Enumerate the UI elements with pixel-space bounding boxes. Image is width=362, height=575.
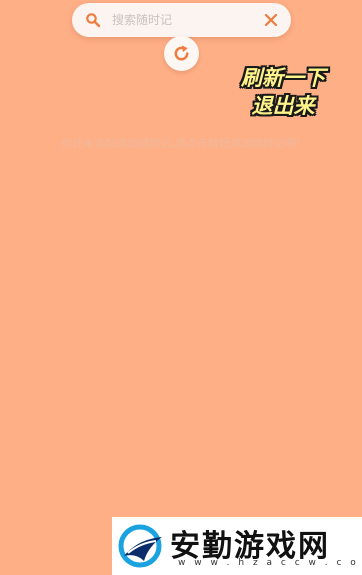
watermark-url: w w w . h z a c c w . c o m — [178, 558, 362, 568]
refresh-button[interactable] — [164, 36, 199, 71]
close-icon[interactable] — [263, 12, 279, 28]
annotation-line-2: 退出来 — [251, 94, 315, 118]
watermark-banner: 安勤游戏网 w w w . h z a c c w . c o m — [112, 517, 362, 575]
annotation-line-1: 刷新一下 — [241, 66, 325, 90]
empty-state-message: 你还未添加添加随时记,请点击按钮添加随时记吧! — [61, 137, 301, 150]
search-input[interactable] — [112, 9, 252, 31]
annotation-overlay: 刷新一下 退出来 — [228, 64, 338, 120]
search-icon — [85, 12, 101, 28]
refresh-icon — [174, 45, 189, 61]
search-bar[interactable] — [72, 3, 291, 37]
watermark-logo-icon — [118, 524, 162, 568]
